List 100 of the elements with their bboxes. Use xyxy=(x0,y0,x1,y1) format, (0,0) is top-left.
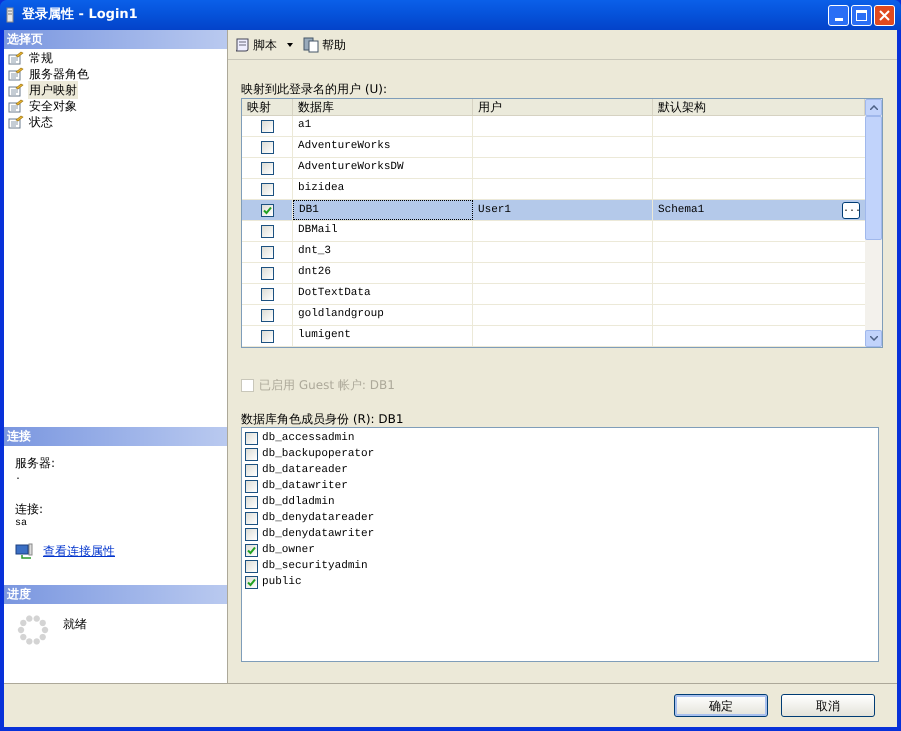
column-header[interactable]: 映射 xyxy=(242,99,293,115)
help-button[interactable]: 帮助 xyxy=(303,36,346,54)
checkbox[interactable] xyxy=(245,528,258,540)
table-cell: bizidea xyxy=(293,179,473,199)
table-row[interactable]: dnt_3 xyxy=(242,242,865,263)
properties-page-icon xyxy=(8,51,24,65)
script-button[interactable]: 脚本 xyxy=(234,36,277,54)
connection-value: sa xyxy=(15,518,28,530)
checkbox[interactable] xyxy=(245,544,258,556)
sidebar-item[interactable]: 状态 xyxy=(28,113,54,131)
checkbox[interactable] xyxy=(245,448,258,460)
checkbox[interactable] xyxy=(260,266,274,280)
table-cell: AdventureWorks xyxy=(293,137,473,157)
column-header[interactable]: 数据库 xyxy=(293,99,473,115)
checkbox[interactable] xyxy=(260,140,274,154)
sidebar-item[interactable]: 服务器角色 xyxy=(28,65,90,83)
table-row[interactable]: lumigent xyxy=(242,326,865,347)
minimize-button[interactable] xyxy=(828,4,849,26)
properties-page-icon xyxy=(8,115,24,129)
checkbox[interactable] xyxy=(245,576,258,588)
server-label: 服务器: xyxy=(15,455,56,472)
table-cell: DBMail xyxy=(293,221,473,241)
dialog-button[interactable]: 取消 xyxy=(781,694,875,717)
sidebar-item[interactable]: 安全对象 xyxy=(28,97,78,115)
properties-page-icon xyxy=(8,83,24,97)
scrollbar[interactable] xyxy=(865,99,882,347)
column-header[interactable]: 用户 xyxy=(473,99,653,115)
properties-page-icon xyxy=(8,99,24,113)
role-item[interactable]: db_datareader xyxy=(262,462,348,478)
table-cell-text: Schema1 xyxy=(658,202,704,218)
maximize-button[interactable] xyxy=(851,4,872,26)
close-icon xyxy=(879,10,890,20)
connection-label: 连接: xyxy=(15,501,44,518)
table-row[interactable]: AdventureWorks xyxy=(242,137,865,158)
role-item[interactable]: db_owner xyxy=(262,542,315,558)
checkbox[interactable] xyxy=(245,432,258,444)
computer-icon xyxy=(15,543,33,559)
checkbox[interactable] xyxy=(245,512,258,524)
role-item[interactable]: db_denydatareader xyxy=(262,510,374,526)
table-cell: lumigent xyxy=(293,326,473,346)
table-cell: AdventureWorksDW xyxy=(293,158,473,178)
maximize-icon xyxy=(856,10,867,20)
window-title: 登录属性 - Login1 xyxy=(22,6,138,24)
checkbox[interactable] xyxy=(245,560,258,572)
checkbox[interactable] xyxy=(260,120,274,132)
checkbox[interactable] xyxy=(260,162,274,174)
checkbox[interactable] xyxy=(260,308,274,322)
checkbox[interactable] xyxy=(245,496,258,508)
table-cell: goldlandgroup xyxy=(293,305,473,325)
table-cell: DB1 xyxy=(293,200,473,220)
dropdown-caret-icon[interactable] xyxy=(287,42,293,46)
table-cell: DotTextData xyxy=(293,284,473,304)
role-item[interactable]: db_securityadmin xyxy=(262,558,368,574)
role-item[interactable]: db_datawriter xyxy=(262,478,348,494)
table-cell: dnt26 xyxy=(293,263,473,283)
table-cell: dnt_3 xyxy=(293,242,473,262)
table-row[interactable]: DBMail xyxy=(242,221,865,242)
role-item[interactable]: db_denydatawriter xyxy=(262,526,374,542)
browse-button[interactable]: ... xyxy=(842,202,860,218)
role-item[interactable]: db_accessadmin xyxy=(262,430,354,446)
document-icon xyxy=(303,36,319,52)
table-cell: User1 xyxy=(473,200,653,220)
scroll-down-icon xyxy=(870,336,878,341)
checkbox[interactable] xyxy=(260,246,274,258)
checkbox[interactable] xyxy=(260,224,274,238)
progress-status: 就绪 xyxy=(63,616,87,633)
role-item[interactable]: public xyxy=(262,574,302,590)
properties-page-icon xyxy=(8,67,24,81)
checkbox[interactable] xyxy=(260,330,274,342)
scroll-icon xyxy=(234,36,250,52)
server-value: . xyxy=(15,472,22,484)
section-header: 选择页 xyxy=(4,30,227,49)
scroll-up-icon xyxy=(870,105,878,110)
sidebar-item[interactable]: 用户映射 xyxy=(28,81,78,99)
table-cell: a1 xyxy=(293,116,473,136)
table-row[interactable]: AdventureWorksDW xyxy=(242,158,865,179)
close-button[interactable] xyxy=(874,4,895,26)
role-item[interactable]: db_backupoperator xyxy=(262,446,374,462)
checkbox[interactable] xyxy=(245,464,258,476)
sidebar-item[interactable]: 常规 xyxy=(28,49,54,67)
checkbox[interactable] xyxy=(260,204,274,216)
table-row[interactable]: a1 xyxy=(242,116,865,137)
section-header: 进度 xyxy=(4,585,227,604)
checkbox[interactable] xyxy=(260,182,274,196)
table-row[interactable]: DB1 User1 Schema1 ... xyxy=(242,200,865,221)
minimize-icon xyxy=(834,18,842,20)
connection-properties-link[interactable]: 查看连接属性 xyxy=(43,542,115,560)
checkbox[interactable] xyxy=(245,480,258,492)
checkbox[interactable] xyxy=(260,288,274,300)
table-row[interactable]: DotTextData xyxy=(242,284,865,305)
mapping-label: 映射到此登录名的用户 (U): xyxy=(241,81,388,98)
role-membership-label: 数据库角色成员身份 (R): DB1 xyxy=(241,411,404,426)
section-header: 连接 xyxy=(4,427,227,446)
window-icon xyxy=(6,7,14,23)
table-row[interactable]: goldlandgroup xyxy=(242,305,865,326)
table-row[interactable]: dnt26 xyxy=(242,263,865,284)
guest-account-label: 已启用 Guest 帐户: DB1 xyxy=(259,377,395,394)
spinner-icon xyxy=(17,614,49,646)
dialog-button[interactable]: 确定 xyxy=(674,694,768,717)
role-item[interactable]: db_ddladmin xyxy=(262,494,335,510)
